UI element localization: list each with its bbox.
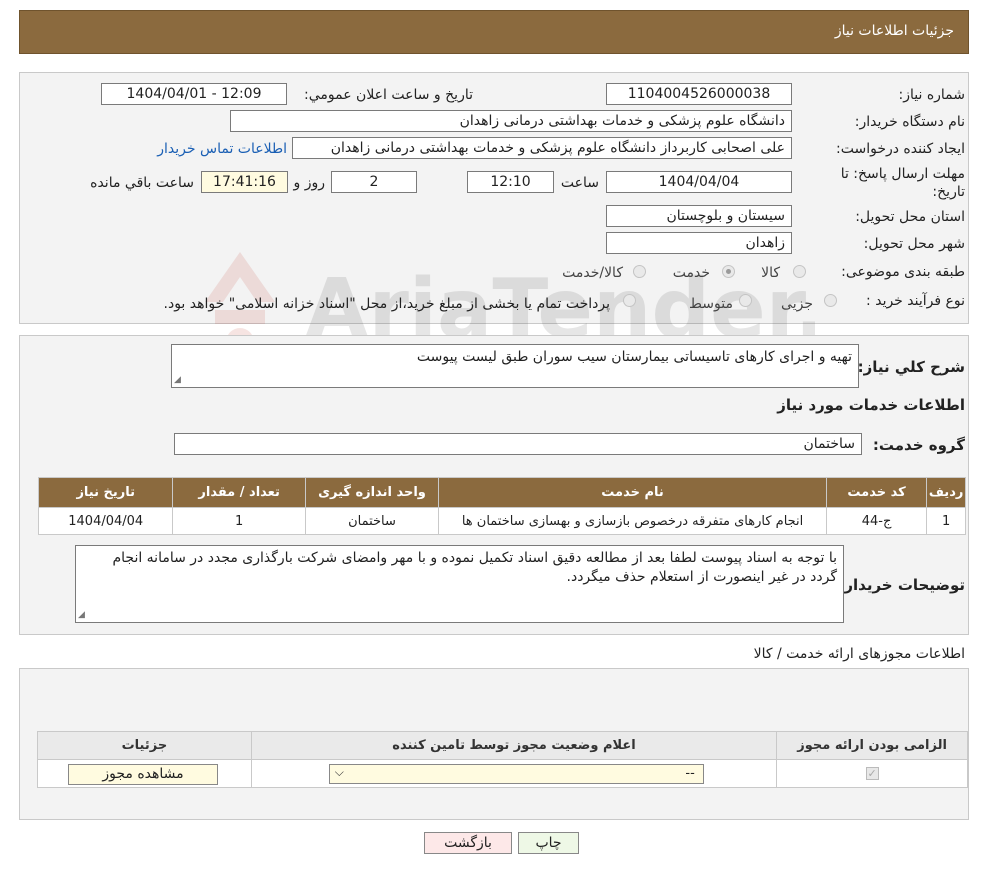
service-group-label: گروه خدمت:: [872, 436, 965, 454]
creator-field: علی اصحابی کاربرداز دانشگاه علوم پزشکی و…: [292, 137, 792, 159]
cell-quantity: 1: [172, 507, 306, 535]
category-label: طبقه بندی موضوعی:: [841, 264, 965, 280]
col-permit-required: الزامی بودن ارائه مجوز: [776, 731, 968, 760]
view-permit-button[interactable]: مشاهده مجوز: [68, 764, 218, 785]
need-number-field: 1104004526000038: [606, 83, 792, 105]
deadline-time-field: 12:10: [467, 171, 554, 193]
checkbox-checked-icon[interactable]: ✓: [865, 767, 879, 780]
category-service-radio[interactable]: [722, 265, 735, 278]
city-field: زاهدان: [606, 232, 792, 254]
category-service-label: خدمت: [672, 265, 710, 281]
services-table: ردیف کد خدمت نام خدمت واحد اندازه گیری ت…: [37, 477, 966, 535]
cell-unit: ساختمان: [304, 507, 440, 535]
summary-label: شرح کلي نیاز:: [857, 358, 965, 376]
days-remaining-field: 2: [331, 171, 417, 193]
print-button[interactable]: چاپ: [518, 832, 579, 854]
chevron-down-icon: ⌵: [334, 765, 344, 779]
permits-section-title: اطلاعات مجوزهای ارائه خدمت / کالا: [753, 646, 965, 662]
deadline-time-label: ساعت: [560, 175, 599, 191]
buyer-contact-link[interactable]: اطلاعات تماس خریدار: [157, 141, 287, 157]
category-goods-radio[interactable]: [793, 265, 806, 278]
col-service-code: کد خدمت: [825, 477, 928, 508]
page-header: جزئیات اطلاعات نیاز: [19, 10, 969, 54]
col-permit-status: اعلام وضعیت مجوز توسط تامین کننده: [250, 731, 778, 760]
service-group-field: ساختمان: [174, 433, 862, 455]
permit-status-value: --: [685, 766, 695, 781]
deadline-label: مهلت ارسال پاسخ: تا: [840, 166, 965, 182]
process-medium-radio[interactable]: [739, 294, 752, 307]
city-label: شهر محل تحویل:: [863, 236, 965, 252]
table-row: 1 ج-44 انجام کارهای متفرقه درخصوص بازساز…: [37, 507, 966, 535]
resize-grip-icon[interactable]: ◢: [174, 376, 181, 385]
services-table-wrap: ردیف کد خدمت نام خدمت واحد اندازه گیری ت…: [37, 477, 966, 535]
days-label: روز و: [293, 175, 326, 191]
process-type-label: نوع فرآیند خرید :: [866, 293, 965, 309]
col-service-name: نام خدمت: [438, 477, 827, 508]
announce-datetime-field: 1404/04/01 - 12:09: [101, 83, 287, 105]
creator-label: ایجاد کننده درخواست:: [836, 141, 965, 157]
buyer-org-field: دانشگاه علوم پزشکی و خدمات بهداشتی درمان…: [230, 110, 792, 132]
cell-row-number: 1: [926, 507, 966, 535]
province-field: سیستان و بلوچستان: [606, 205, 792, 227]
page-title: جزئیات اطلاعات نیاز: [834, 23, 954, 39]
col-permit-details: جزئیات: [37, 731, 252, 760]
cell-need-date: 1404/04/04: [37, 507, 174, 535]
col-need-date: تاریخ نیاز: [37, 477, 174, 508]
buyer-notes-label: توضیحات خریدار:: [838, 576, 965, 594]
category-goods-service-radio[interactable]: [633, 265, 646, 278]
treasury-payment-note: پرداخت تمام یا بخشی از مبلغ خرید،از محل …: [163, 296, 610, 312]
remaining-time-label: ساعت باقي مانده: [90, 175, 194, 191]
announce-datetime-label: تاریخ و ساعت اعلان عمومي:: [304, 87, 473, 103]
resize-grip-icon[interactable]: ◢: [78, 611, 85, 620]
summary-text: تهیه و اجرای کارهای تاسیساتی بیمارستان س…: [416, 349, 852, 365]
summary-textarea[interactable]: تهیه و اجرای کارهای تاسیساتی بیمارستان س…: [171, 344, 859, 388]
buyer-notes-text: با توجه به اسناد پیوست لطفا بعد از مطالع…: [112, 550, 837, 585]
need-number-label: شماره نیاز:: [898, 87, 966, 103]
province-label: استان محل تحویل:: [855, 209, 965, 225]
process-minor-label: جزیی: [781, 296, 813, 312]
deadline-date-field: 1404/04/04: [606, 171, 792, 193]
cell-permit-status: -- ⌵: [250, 759, 778, 788]
process-minor-radio[interactable]: [824, 294, 837, 307]
category-goods-label: کالا: [761, 265, 780, 281]
remaining-time-field: 17:41:16: [201, 171, 288, 193]
permit-status-select[interactable]: -- ⌵: [328, 764, 704, 784]
deadline-date-label: تاریخ:: [932, 184, 965, 200]
col-unit: واحد اندازه گیری: [304, 477, 440, 508]
table-row: ✓ -- ⌵ مشاهده مجوز: [37, 759, 968, 788]
category-goods-service-label: کالا/خدمت: [562, 265, 623, 281]
back-button[interactable]: بازگشت: [424, 832, 512, 854]
services-section-title: اطلاعات خدمات مورد نیاز: [777, 396, 965, 414]
cell-permit-required: ✓: [776, 759, 968, 788]
treasury-payment-radio[interactable]: [623, 294, 636, 307]
cell-service-name: انجام کارهای متفرقه درخصوص بازسازی و بهس…: [438, 507, 827, 535]
permits-table-wrap: الزامی بودن ارائه مجوز اعلام وضعیت مجوز …: [37, 731, 968, 788]
buyer-notes-textarea[interactable]: با توجه به اسناد پیوست لطفا بعد از مطالع…: [75, 545, 844, 623]
col-row-number: ردیف: [926, 477, 966, 508]
cell-service-code: ج-44: [825, 507, 928, 535]
permits-table: الزامی بودن ارائه مجوز اعلام وضعیت مجوز …: [37, 731, 968, 788]
buyer-org-label: نام دستگاه خریدار:: [854, 114, 965, 130]
cell-permit-details: مشاهده مجوز: [37, 759, 252, 788]
col-quantity: تعداد / مقدار: [172, 477, 306, 508]
process-medium-label: متوسط: [689, 296, 733, 312]
